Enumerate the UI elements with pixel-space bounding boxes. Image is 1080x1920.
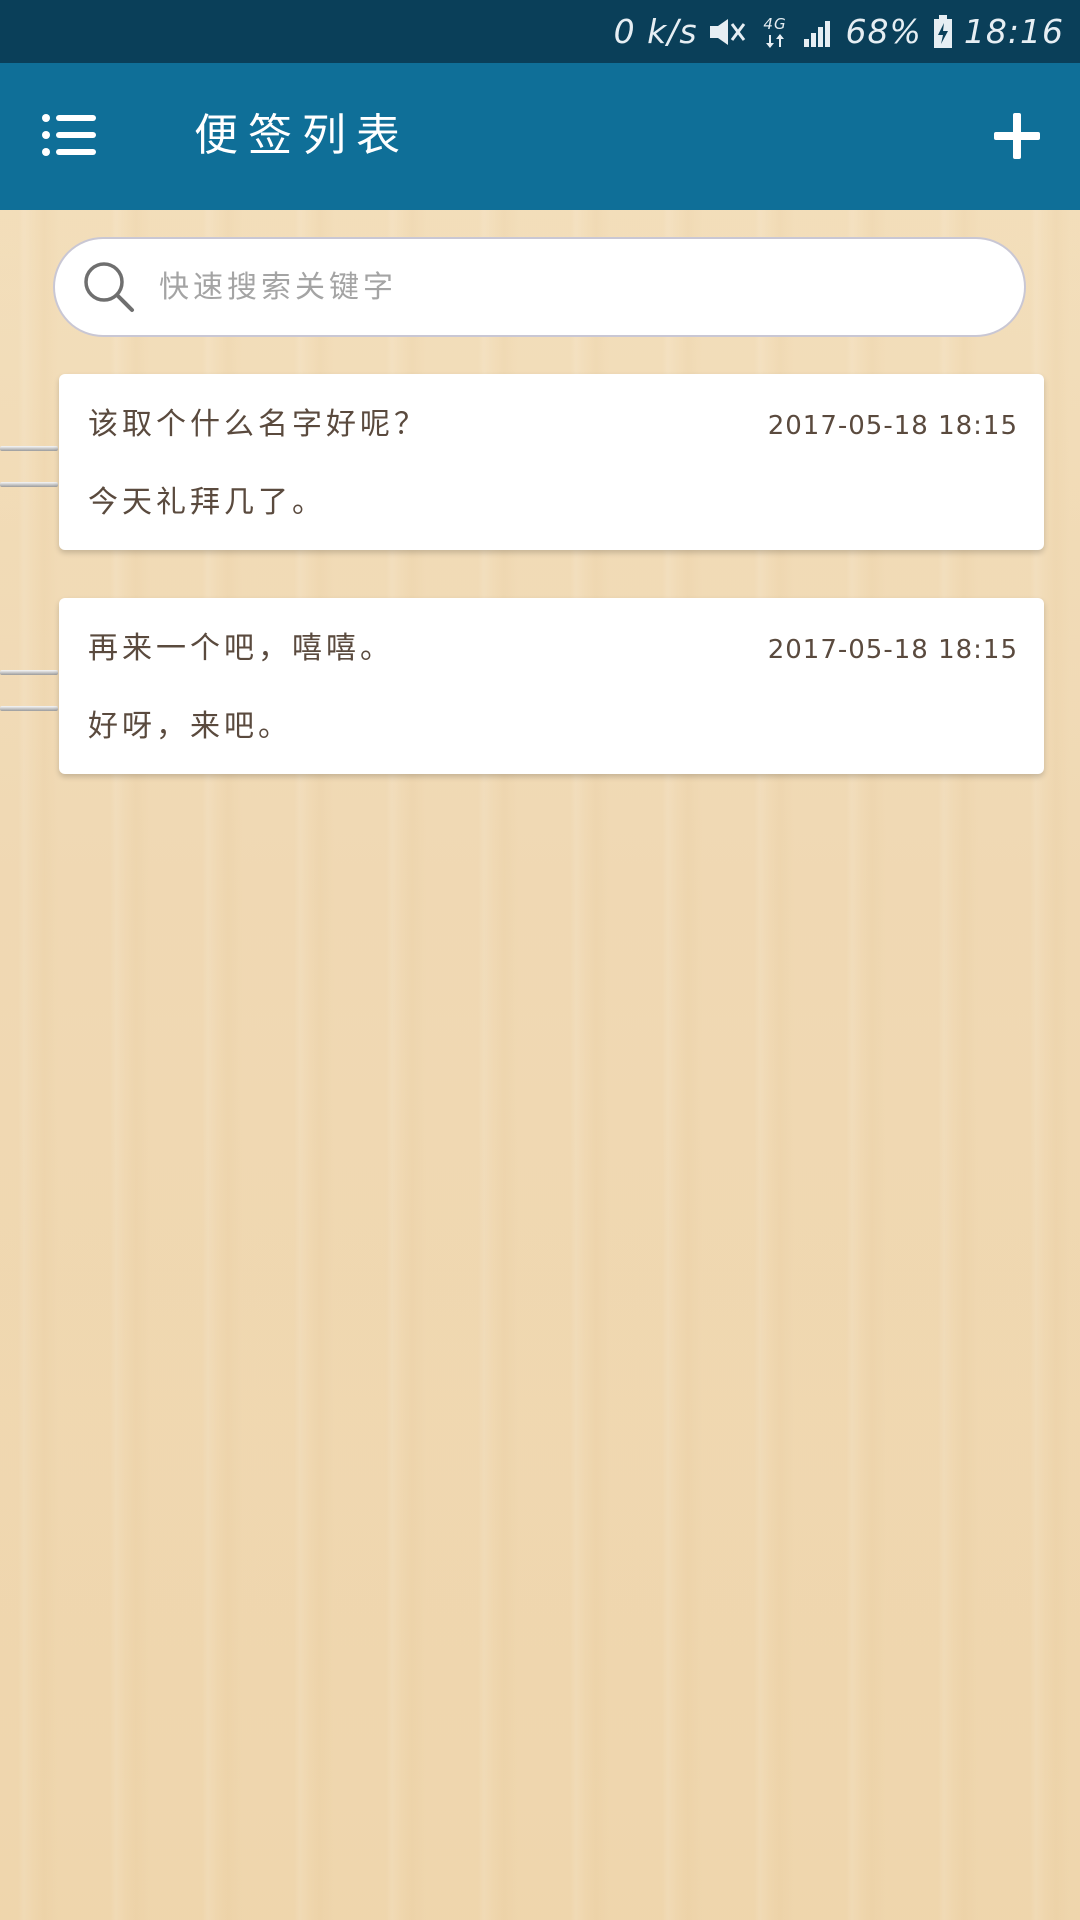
note-item: 该取个什么名字好呢？ 2017-05-18 18:15 今天礼拜几了。 bbox=[0, 374, 1080, 550]
plus-icon bbox=[994, 113, 1040, 159]
status-bar: 0 k/s 4G 68% 18:16 bbox=[0, 0, 1080, 63]
add-note-button[interactable] bbox=[984, 103, 1050, 169]
list-menu-icon bbox=[42, 114, 96, 156]
note-content: 好呀，来吧。 bbox=[88, 709, 292, 744]
note-title: 再来一个吧，嘻嘻。 bbox=[88, 631, 394, 666]
mute-icon bbox=[708, 0, 748, 63]
status-icons: 0 k/s 4G 68% 18:16 bbox=[614, 0, 1064, 63]
page-title: 便签列表 bbox=[194, 110, 410, 161]
menu-button[interactable] bbox=[28, 93, 112, 177]
network-type-label: 4G bbox=[763, 15, 786, 33]
clock: 18:16 bbox=[963, 12, 1064, 51]
note-list: 该取个什么名字好呢？ 2017-05-18 18:15 今天礼拜几了。 再来一个… bbox=[0, 374, 1080, 822]
signal-icon bbox=[802, 0, 836, 63]
search-input[interactable] bbox=[157, 268, 941, 306]
search-box[interactable] bbox=[53, 237, 1026, 337]
binder-clip-icon bbox=[0, 670, 58, 714]
note-content: 今天礼拜几了。 bbox=[88, 485, 326, 520]
battery-icon bbox=[932, 0, 954, 63]
binder-clip-icon bbox=[0, 446, 58, 490]
note-item: 再来一个吧，嘻嘻。 2017-05-18 18:15 好呀，来吧。 bbox=[0, 598, 1080, 774]
network-speed: 0 k/s bbox=[613, 12, 698, 51]
network-4g-icon: 4G bbox=[758, 0, 792, 63]
note-timestamp: 2017-05-18 18:15 bbox=[767, 411, 1018, 441]
note-card[interactable]: 再来一个吧，嘻嘻。 2017-05-18 18:15 好呀，来吧。 bbox=[59, 598, 1044, 774]
app-bar: 便签列表 bbox=[0, 63, 1080, 210]
battery-level: 68% bbox=[845, 12, 922, 51]
note-timestamp: 2017-05-18 18:15 bbox=[767, 635, 1018, 665]
search-icon bbox=[79, 257, 139, 317]
note-title: 该取个什么名字好呢？ bbox=[88, 407, 428, 442]
note-card[interactable]: 该取个什么名字好呢？ 2017-05-18 18:15 今天礼拜几了。 bbox=[59, 374, 1044, 550]
